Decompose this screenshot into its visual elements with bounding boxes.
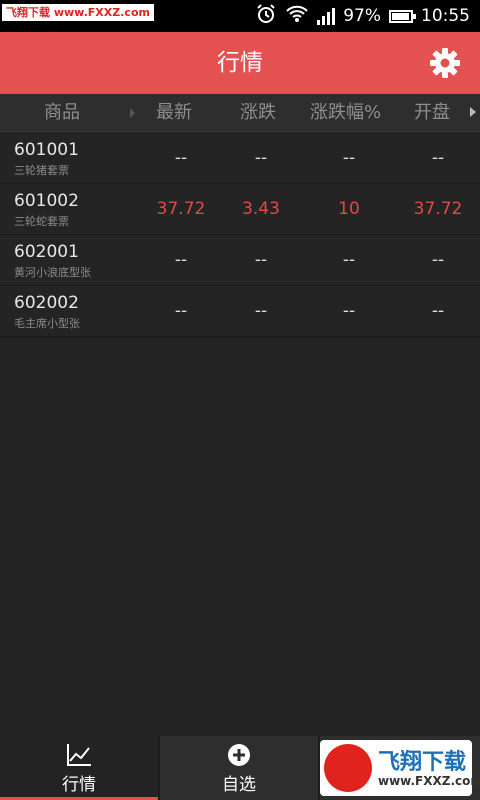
tab-quotes[interactable]: 行情 (0, 736, 158, 800)
add-circle-icon (226, 742, 252, 772)
battery-percent: 97% (343, 6, 381, 26)
column-header-row: 商品 最新 涨跌 涨跌幅% 开盘 (0, 94, 480, 132)
wifi-icon (285, 4, 309, 29)
price-change: 3.43 (242, 199, 280, 219)
page-title: 行情 (217, 50, 263, 76)
column-header-latest[interactable]: 最新 (156, 94, 192, 132)
battery-icon (389, 9, 416, 23)
chart-icon (65, 742, 93, 772)
table-row[interactable]: 601001 三轮猪套票 -- -- -- -- (0, 133, 480, 184)
column-header-change-pct[interactable]: 涨跌幅% (310, 94, 381, 132)
column-header-open[interactable]: 开盘 (414, 94, 450, 132)
alarm-icon (255, 3, 277, 30)
latest-price: 37.72 (156, 199, 206, 219)
product-code: 601001 (14, 140, 79, 160)
status-bar: 飞翔下载 www.FXXZ.com 97% 10:55 (0, 0, 480, 32)
logo-icon (324, 744, 372, 792)
table-row[interactable]: 602002 毛主席小型张 -- -- -- -- (0, 286, 480, 337)
tab-watchlist[interactable]: 自选 (160, 736, 318, 800)
latest-price: -- (174, 301, 188, 321)
price-change: -- (254, 301, 268, 321)
product-name: 三轮猪套票 (14, 164, 69, 177)
latest-price: -- (174, 148, 188, 168)
product-code: 601002 (14, 191, 79, 211)
tab-label: 自选 (222, 775, 256, 795)
tab-more[interactable]: 飞翔下载 www.FXXZ.com (320, 736, 480, 800)
table-row[interactable]: 601002 三轮蛇套票 37.72 3.43 10 37.72 (0, 184, 480, 235)
watermark-logo: 飞翔下载 www.FXXZ.com (320, 740, 480, 796)
clock: 10:55 (421, 6, 470, 26)
product-code: 602001 (14, 242, 79, 262)
open-price: 37.72 (413, 199, 463, 219)
scroll-right-icon[interactable] (470, 107, 476, 117)
price-change-pct: -- (342, 250, 356, 270)
column-header-product[interactable]: 商品 (44, 94, 80, 132)
logo-url: www.FXXZ.com (378, 774, 480, 788)
product-name: 三轮蛇套票 (14, 215, 69, 228)
latest-price: -- (174, 250, 188, 270)
column-header-change[interactable]: 涨跌 (240, 94, 276, 132)
signal-icon (317, 7, 336, 25)
bottom-tab-bar: 行情 自选 飞翔下载 www.FXXZ.com (0, 736, 480, 800)
price-change-pct: 10 (338, 199, 360, 219)
open-price: -- (431, 250, 445, 270)
status-icons: 97% 10:55 (255, 0, 470, 32)
product-code: 602002 (14, 293, 79, 313)
price-change: -- (254, 250, 268, 270)
gear-icon[interactable] (428, 46, 462, 80)
quote-list: 601001 三轮猪套票 -- -- -- -- 601002 三轮蛇套票 37… (0, 133, 480, 337)
product-name: 毛主席小型张 (14, 317, 80, 330)
table-row[interactable]: 602001 黄河小浪底型张 -- -- -- -- (0, 235, 480, 286)
tab-label: 行情 (62, 775, 96, 795)
price-change: -- (254, 148, 268, 168)
open-price: -- (431, 148, 445, 168)
column-divider-icon (130, 108, 135, 118)
product-name: 黄河小浪底型张 (14, 266, 91, 279)
price-change-pct: -- (342, 301, 356, 321)
watermark-text: 飞翔下载 www.FXXZ.com (2, 4, 154, 21)
logo-name: 飞翔下载 (378, 750, 467, 775)
open-price: -- (431, 301, 445, 321)
price-change-pct: -- (342, 148, 356, 168)
app-header: 行情 (0, 32, 480, 94)
